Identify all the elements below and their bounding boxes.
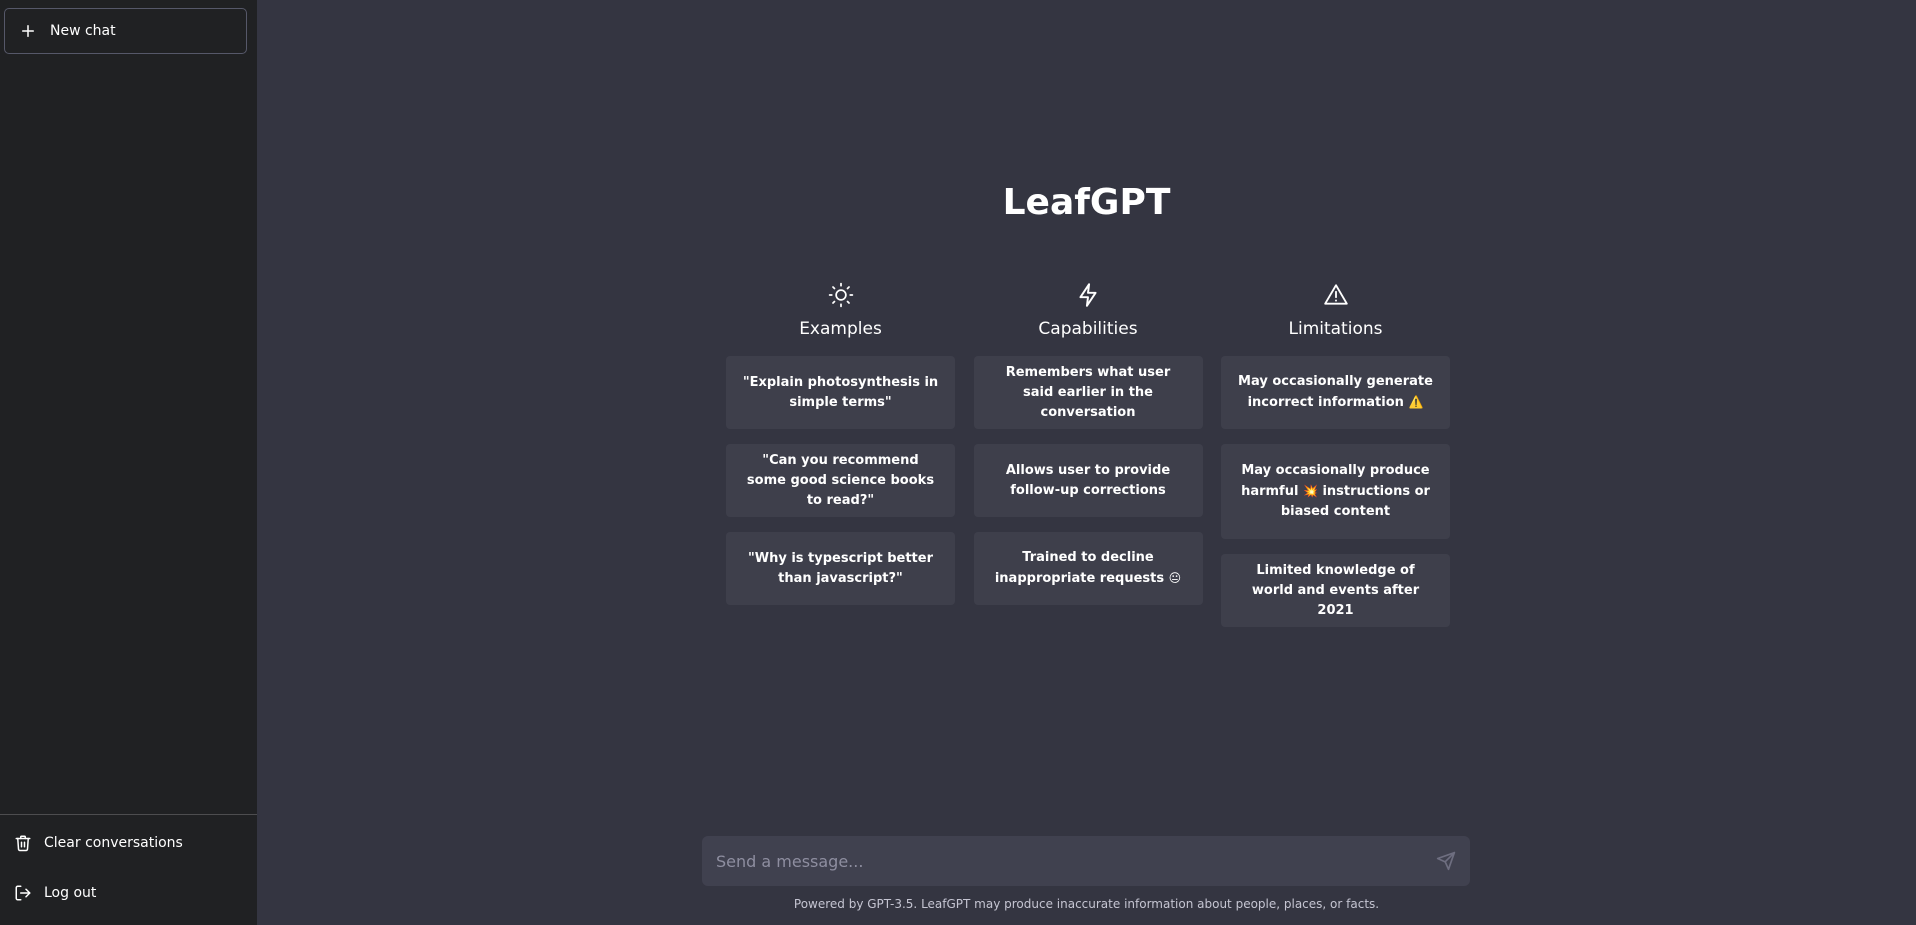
warning-icon [1323, 284, 1348, 305]
capabilities-column: Capabilities Remembers what user said ea… [973, 282, 1203, 642]
footer-disclaimer: Powered by GPT-3.5. LeafGPT may produce … [793, 897, 1380, 911]
lightning-icon [1079, 283, 1097, 307]
example-card[interactable]: "Can you recommend some good science boo… [726, 444, 955, 517]
main-area: LeafGPT Examples "Explain photosynthesis… [257, 0, 1916, 925]
trash-icon [15, 835, 31, 852]
limitation-text: May occasionally generate incorrect info… [1237, 372, 1434, 413]
example-card[interactable]: "Explain photosynthesis in simple terms" [726, 356, 955, 429]
new-chat-button[interactable]: New chat [4, 8, 247, 54]
limitation-text: May occasionally produce harmful 💥 instr… [1237, 461, 1434, 522]
capability-text: Allows user to provide follow-up correct… [1005, 462, 1171, 498]
capability-card: Trained to decline inappropriate request… [973, 532, 1203, 605]
message-input[interactable] [716, 851, 1436, 871]
neutral-face-emoji: 😐 [1168, 571, 1182, 585]
sidebar-bottom: Clear conversations Log out [0, 814, 257, 918]
logout-icon [15, 885, 31, 901]
examples-heading: Examples [799, 319, 882, 339]
limitation-text-part: May occasionally generate incorrect info… [1238, 374, 1433, 410]
new-chat-label: New chat [50, 23, 116, 39]
examples-column: Examples "Explain photosynthesis in simp… [726, 282, 955, 642]
logout-button[interactable]: Log out [0, 868, 257, 918]
capabilities-heading: Capabilities [1038, 319, 1138, 339]
logout-label: Log out [44, 885, 97, 901]
clear-conversations-button[interactable]: Clear conversations [0, 818, 257, 868]
capability-card: Remembers what user said earlier in the … [973, 356, 1203, 429]
capability-text: Remembers what user said earlier in the … [1005, 364, 1171, 420]
page-title: LeafGPT [1002, 182, 1171, 223]
warning-emoji: ⚠️ [1408, 395, 1424, 409]
limitation-text: Limited knowledge of world and events af… [1251, 562, 1420, 618]
limitations-heading: Limitations [1288, 319, 1383, 339]
intro-columns: Examples "Explain photosynthesis in simp… [726, 282, 1450, 642]
limitation-card: May occasionally produce harmful 💥 instr… [1221, 444, 1450, 539]
example-text: "Explain photosynthesis in simple terms" [742, 374, 939, 410]
collision-emoji: 💥 [1302, 484, 1318, 498]
capability-text: Trained to decline inappropriate request… [990, 548, 1187, 589]
example-text: "Why is typescript better than javascrip… [747, 550, 934, 586]
limitations-column: Limitations May occasionally generate in… [1221, 282, 1450, 642]
limitation-card: Limited knowledge of world and events af… [1221, 554, 1450, 627]
app: New chat Clear conversations Log out Lea… [0, 0, 1916, 925]
limitation-card: May occasionally generate incorrect info… [1221, 356, 1450, 429]
capability-text-part: Trained to decline inappropriate request… [994, 550, 1165, 586]
clear-conversations-label: Clear conversations [44, 835, 183, 851]
send-icon[interactable] [1436, 851, 1456, 871]
plus-icon [22, 25, 34, 37]
sun-icon [828, 282, 853, 308]
message-composer [702, 836, 1470, 886]
capability-card: Allows user to provide follow-up correct… [973, 444, 1203, 517]
example-text: "Can you recommend some good science boo… [746, 452, 935, 508]
sidebar: New chat Clear conversations Log out [0, 0, 257, 925]
example-card[interactable]: "Why is typescript better than javascrip… [726, 532, 955, 605]
